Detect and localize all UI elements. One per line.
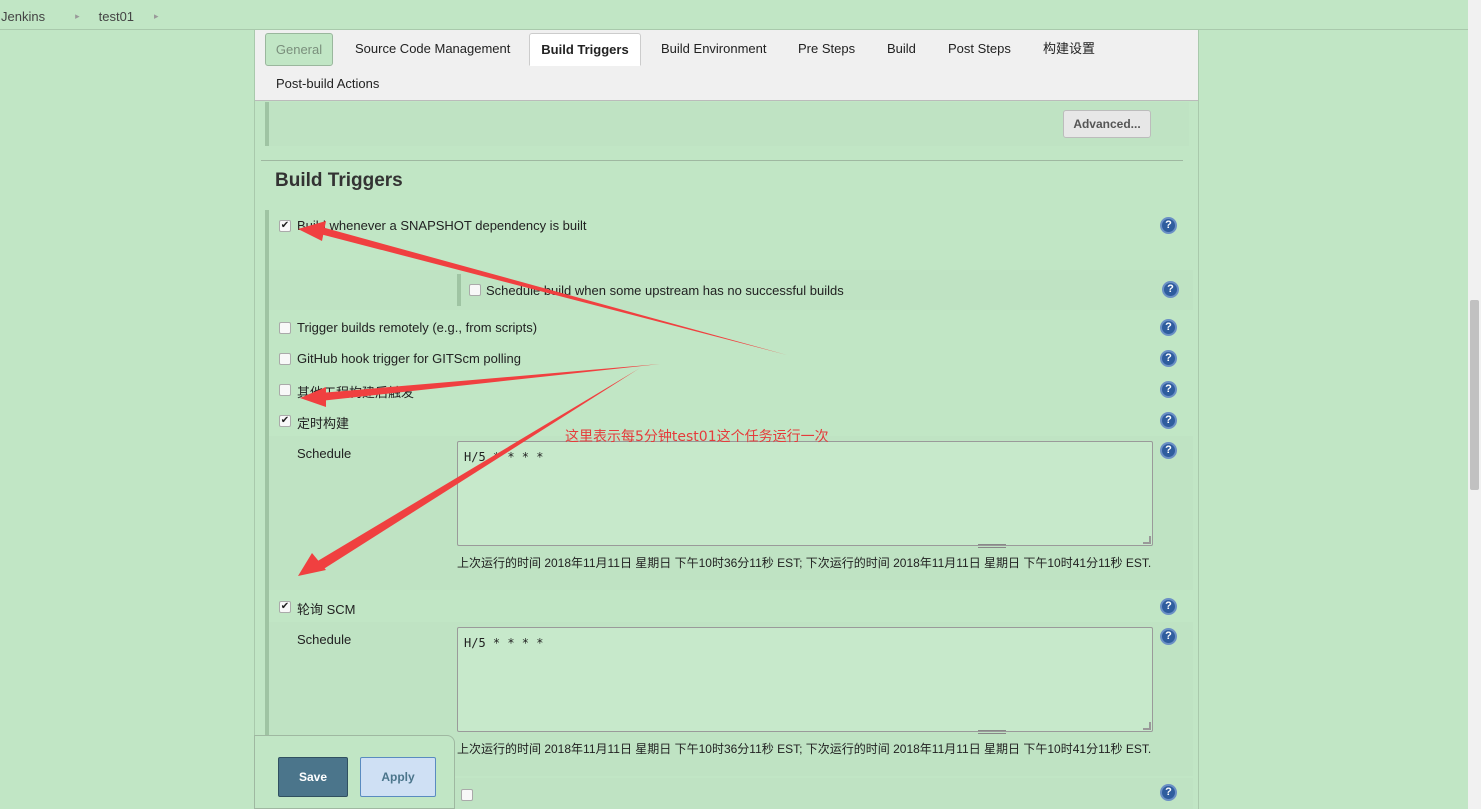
extra-checkbox[interactable] (461, 789, 473, 801)
breadcrumb-job[interactable]: test01 (98, 9, 134, 24)
chevron-right-icon: ▸ (154, 10, 159, 21)
form-actions-bar: Save Apply (254, 735, 455, 809)
advanced-section: Advanced... (265, 102, 1189, 146)
resize-corner-icon[interactable] (1143, 722, 1151, 730)
section-title: Build Triggers (275, 170, 403, 191)
help-icon[interactable]: ? (1160, 381, 1177, 398)
option-other-project: 其他工程构建后触发 ? (269, 376, 1193, 404)
tab-scm[interactable]: Source Code Management (343, 33, 522, 66)
timer-schedule-area: Schedule H/5 * * * * ? 上次运行的时间 2018年11月1… (269, 436, 1193, 590)
other-project-label: 其他工程构建后触发 (297, 385, 415, 400)
option-poll-scm: ✔ 轮询 SCM ? (269, 593, 1193, 621)
resize-grip-icon[interactable] (978, 544, 1006, 548)
snapshot-label: Build whenever a SNAPSHOT dependency is … (297, 218, 587, 233)
tab-build-settings[interactable]: 构建设置 (1031, 33, 1107, 66)
help-icon[interactable]: ? (1160, 217, 1177, 234)
scrollbar-thumb[interactable] (1470, 300, 1479, 490)
option-snapshot: ✔ Build whenever a SNAPSHOT dependency i… (269, 212, 1193, 240)
poll-scm-label: 轮询 SCM (297, 602, 356, 617)
help-icon[interactable]: ? (1160, 319, 1177, 336)
upstream-subsection: Schedule build when some upstream has no… (269, 270, 1193, 310)
save-button[interactable]: Save (278, 757, 348, 797)
timer-checkbox[interactable]: ✔ (279, 415, 291, 427)
breadcrumb-jenkins[interactable]: Jenkins (0, 9, 45, 24)
page-scrollbar[interactable] (1468, 0, 1481, 809)
resize-corner-icon[interactable] (1143, 536, 1151, 544)
other-project-checkbox[interactable] (279, 384, 291, 396)
tab-build-triggers[interactable]: Build Triggers (529, 33, 641, 66)
help-icon[interactable]: ? (1160, 784, 1177, 801)
help-icon[interactable]: ? (1162, 281, 1179, 298)
snapshot-checkbox[interactable]: ✔ (279, 220, 291, 232)
scm-schedule-value: H/5 * * * * (464, 636, 544, 650)
tab-build[interactable]: Build (875, 33, 928, 66)
build-triggers-section: ✔ Build whenever a SNAPSHOT dependency i… (265, 210, 1193, 809)
tab-pre-steps[interactable]: Pre Steps (786, 33, 867, 66)
resize-grip-icon[interactable] (978, 730, 1006, 734)
timer-label: 定时构建 (297, 416, 350, 431)
help-icon[interactable]: ? (1160, 628, 1177, 645)
upstream-option: Schedule build when some upstream has no… (457, 274, 1187, 306)
help-icon[interactable]: ? (1160, 350, 1177, 367)
tab-post-steps[interactable]: Post Steps (936, 33, 1023, 66)
tab-bar: General Source Code Management Build Tri… (255, 30, 1198, 101)
option-remote: Trigger builds remotely (e.g., from scri… (269, 314, 1193, 342)
timer-schedule-label: Schedule (297, 446, 352, 461)
poll-scm-checkbox[interactable]: ✔ (279, 601, 291, 613)
github-checkbox[interactable] (279, 353, 291, 365)
timer-schedule-note: 上次运行的时间 2018年11月11日 星期日 下午10时36分11秒 EST;… (457, 556, 1152, 570)
apply-button[interactable]: Apply (360, 757, 436, 797)
scm-schedule-label: Schedule (297, 632, 352, 647)
help-icon[interactable]: ? (1160, 598, 1177, 615)
option-github: GitHub hook trigger for GITScm polling ? (269, 345, 1193, 373)
timer-schedule-value: H/5 * * * * (464, 450, 544, 464)
upstream-label: Schedule build when some upstream has no… (486, 283, 844, 298)
github-label: GitHub hook trigger for GITScm polling (297, 351, 521, 366)
tab-build-environment[interactable]: Build Environment (649, 33, 779, 66)
remote-label: Trigger builds remotely (e.g., from scri… (297, 320, 538, 335)
remote-checkbox[interactable] (279, 322, 291, 334)
tab-post-build-actions[interactable]: Post-build Actions (264, 68, 391, 101)
chevron-right-icon: ▸ (75, 10, 80, 21)
tab-general[interactable]: General (265, 33, 333, 66)
section-divider (261, 160, 1183, 161)
timer-schedule-input[interactable]: H/5 * * * * (457, 441, 1153, 548)
breadcrumb: Jenkins ▸ test01 ▸ (0, 3, 1468, 30)
advanced-button[interactable]: Advanced... (1063, 110, 1151, 138)
upstream-checkbox[interactable] (469, 284, 481, 296)
help-icon[interactable]: ? (1160, 442, 1177, 459)
annotation-text: 这里表示每5分钟test01这个任务运行一次 (565, 429, 829, 445)
help-icon[interactable]: ? (1160, 412, 1177, 429)
scm-schedule-input[interactable]: H/5 * * * * (457, 627, 1153, 734)
config-panel: General Source Code Management Build Tri… (254, 30, 1199, 809)
scm-schedule-note: 上次运行的时间 2018年11月11日 星期日 下午10时36分11秒 EST;… (457, 742, 1152, 756)
